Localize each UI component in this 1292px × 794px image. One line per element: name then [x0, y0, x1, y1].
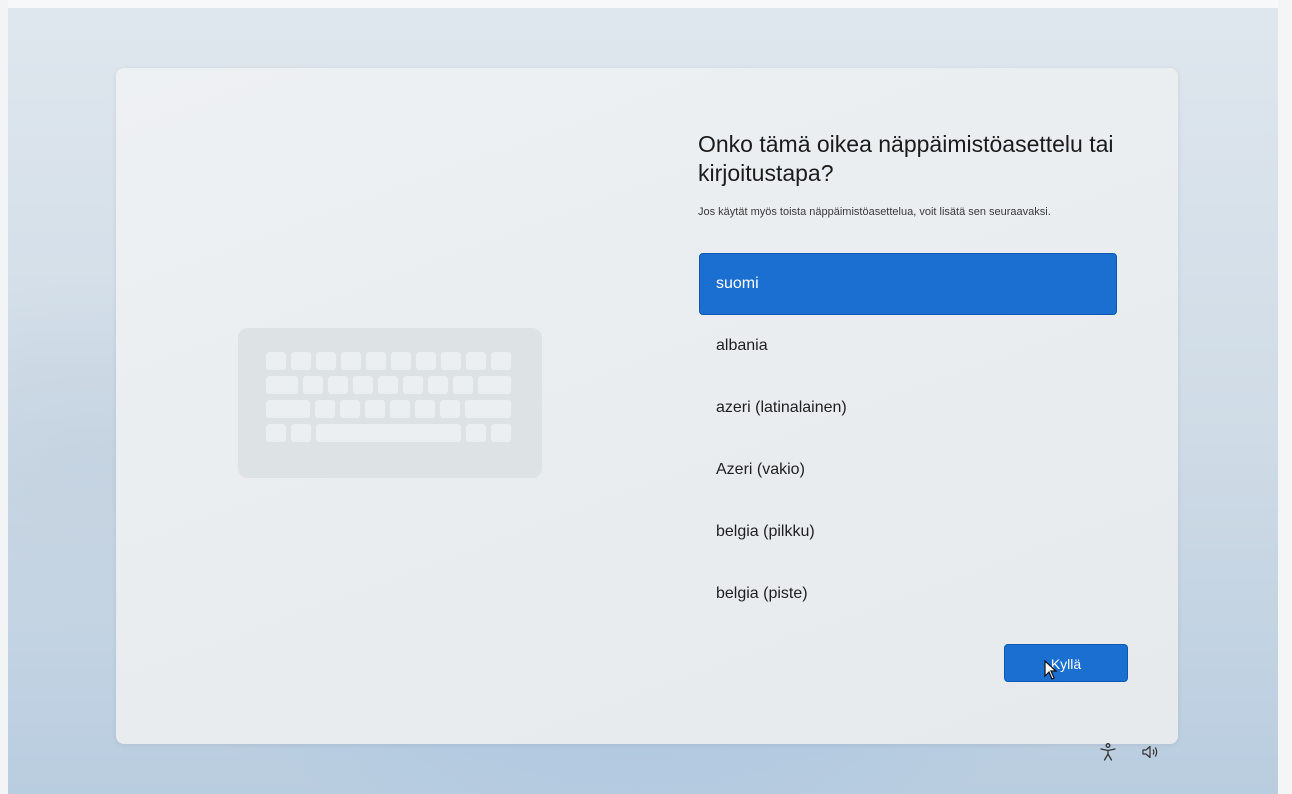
layout-list[interactable]: suomi albania azeri (latinalainen) Azeri… [700, 254, 1116, 626]
mouse-cursor-icon [1044, 660, 1058, 680]
photo-border-right [1278, 0, 1292, 794]
page-subtitle: Jos käytät myös toista näppäimistöasette… [698, 206, 1051, 218]
layout-option-belgium-comma[interactable]: belgia (pilkku) [700, 502, 1116, 562]
photo-border-left [0, 0, 8, 794]
photo-border-top [0, 0, 1292, 8]
accessibility-icon[interactable] [1098, 742, 1118, 762]
layout-option-belgium-period[interactable]: belgia (piste) [700, 564, 1116, 624]
layout-option-azeri-standard[interactable]: Azeri (vakio) [700, 440, 1116, 500]
layout-option-suomi[interactable]: suomi [700, 254, 1116, 314]
page-title: Onko tämä oikea näppäimistöasettelu tai … [698, 131, 1114, 186]
keyboard-illustration-icon [238, 328, 542, 478]
setup-card: Onko tämä oikea näppäimistöasettelu tai … [116, 68, 1178, 744]
volume-icon[interactable] [1140, 742, 1160, 762]
yes-button[interactable]: Kyllä [1004, 644, 1128, 682]
layout-option-azeri-latin[interactable]: azeri (latinalainen) [700, 378, 1116, 438]
layout-option-albania[interactable]: albania [700, 316, 1116, 376]
oobe-background: Onko tämä oikea näppäimistöasettelu tai … [0, 0, 1292, 794]
